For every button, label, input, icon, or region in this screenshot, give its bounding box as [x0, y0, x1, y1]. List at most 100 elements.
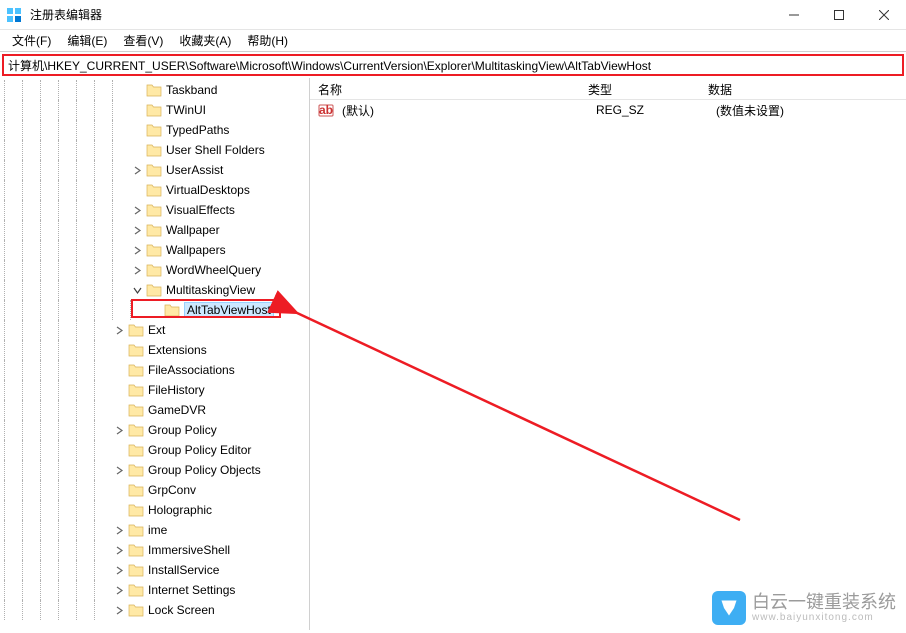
expander-icon[interactable] — [112, 423, 126, 437]
menu-file[interactable]: 文件(F) — [4, 30, 59, 51]
tree-label: Ext — [148, 323, 165, 337]
folder-icon — [128, 543, 144, 557]
address-bar[interactable]: 计算机\HKEY_CURRENT_USER\Software\Microsoft… — [2, 54, 904, 76]
folder-icon — [128, 483, 144, 497]
tree-item-internet-settings[interactable]: Internet Settings — [0, 580, 309, 600]
expander-icon[interactable] — [112, 323, 126, 337]
tree-item-installservice[interactable]: InstallService — [0, 560, 309, 580]
expander-icon[interactable] — [130, 163, 144, 177]
tree-item-typedpaths[interactable]: TypedPaths — [0, 120, 309, 140]
maximize-button[interactable] — [816, 0, 861, 30]
tree-item-userassist[interactable]: UserAssist — [0, 160, 309, 180]
folder-icon — [128, 343, 144, 357]
list-body: ab(默认)REG_SZ(数值未设置) — [310, 100, 906, 120]
tree-label: Lock Screen — [148, 603, 215, 617]
value-type: REG_SZ — [592, 103, 712, 117]
expander-icon — [112, 403, 126, 417]
tree-label: GameDVR — [148, 403, 206, 417]
expander-icon[interactable] — [112, 523, 126, 537]
tree-item-immersiveshell[interactable]: ImmersiveShell — [0, 540, 309, 560]
tree-item-wordwheelquery[interactable]: WordWheelQuery — [0, 260, 309, 280]
tree-label: Taskband — [166, 83, 217, 97]
tree-item-wallpapers[interactable]: Wallpapers — [0, 240, 309, 260]
folder-icon — [146, 183, 162, 197]
tree-item-grpconv[interactable]: GrpConv — [0, 480, 309, 500]
minimize-button[interactable] — [771, 0, 816, 30]
window-title: 注册表编辑器 — [28, 6, 771, 23]
value-data: (数值未设置) — [712, 102, 906, 119]
list-pane[interactable]: 名称 类型 数据 ab(默认)REG_SZ(数值未设置) — [310, 78, 906, 630]
list-row[interactable]: ab(默认)REG_SZ(数值未设置) — [310, 100, 906, 120]
watermark-icon — [712, 591, 746, 625]
expander-icon[interactable] — [112, 603, 126, 617]
tree-item-user-shell-folders[interactable]: User Shell Folders — [0, 140, 309, 160]
folder-icon — [146, 203, 162, 217]
folder-icon — [128, 443, 144, 457]
tree-item-visualeffects[interactable]: VisualEffects — [0, 200, 309, 220]
expander-icon — [112, 383, 126, 397]
tree-item-multitaskingview[interactable]: MultitaskingView — [0, 280, 309, 300]
folder-icon — [146, 103, 162, 117]
expander-icon[interactable] — [130, 283, 144, 297]
tree-item-wallpaper[interactable]: Wallpaper — [0, 220, 309, 240]
tree-item-holographic[interactable]: Holographic — [0, 500, 309, 520]
tree-item-lock-screen[interactable]: Lock Screen — [0, 600, 309, 620]
folder-icon — [128, 423, 144, 437]
expander-icon[interactable] — [112, 583, 126, 597]
tree-label: User Shell Folders — [166, 143, 265, 157]
menu-help[interactable]: 帮助(H) — [239, 30, 296, 51]
menu-edit[interactable]: 编辑(E) — [59, 30, 115, 51]
col-header-data[interactable]: 数据 — [700, 78, 906, 99]
col-header-type[interactable]: 类型 — [580, 78, 700, 99]
expander-icon[interactable] — [130, 243, 144, 257]
expander-icon[interactable] — [130, 263, 144, 277]
expander-icon — [130, 123, 144, 137]
close-button[interactable] — [861, 0, 906, 30]
tree-item-extensions[interactable]: Extensions — [0, 340, 309, 360]
expander-icon[interactable] — [112, 543, 126, 557]
folder-icon — [146, 243, 162, 257]
tree-label: FileHistory — [148, 383, 205, 397]
watermark: 白云一键重装系统 www.baiyunxitong.com — [712, 591, 896, 625]
tree-item-twinui[interactable]: TWinUI — [0, 100, 309, 120]
expander-icon[interactable] — [112, 463, 126, 477]
list-header: 名称 类型 数据 — [310, 78, 906, 100]
folder-icon — [128, 603, 144, 617]
expander-icon — [112, 363, 126, 377]
address-text: 计算机\HKEY_CURRENT_USER\Software\Microsoft… — [8, 57, 651, 74]
tree-item-virtualdesktops[interactable]: VirtualDesktops — [0, 180, 309, 200]
tree-item-group-policy-objects[interactable]: Group Policy Objects — [0, 460, 309, 480]
expander-icon[interactable] — [130, 203, 144, 217]
tree-pane[interactable]: Taskband TWinUITypedPaths User Shell Folde… — [0, 78, 310, 630]
folder-icon — [128, 383, 144, 397]
folder-icon — [146, 83, 162, 97]
menu-view[interactable]: 查看(V) — [115, 30, 171, 51]
folder-icon — [128, 323, 144, 337]
tree-label: Extensions — [148, 343, 207, 357]
menu-favorites[interactable]: 收藏夹(A) — [171, 30, 239, 51]
folder-icon — [146, 123, 162, 137]
tree-item-gamedvr[interactable]: GameDVR — [0, 400, 309, 420]
tree-label: Internet Settings — [148, 583, 235, 597]
window-controls — [771, 0, 906, 29]
tree-item-taskband[interactable]: Taskband — [0, 80, 309, 100]
expander-icon[interactable] — [112, 563, 126, 577]
tree-label: Group Policy Objects — [148, 463, 261, 477]
highlight-annotation — [131, 299, 281, 318]
col-header-name[interactable]: 名称 — [310, 78, 580, 99]
tree-label: GrpConv — [148, 483, 196, 497]
tree-item-group-policy-editor[interactable]: Group Policy Editor — [0, 440, 309, 460]
expander-icon — [130, 183, 144, 197]
tree-item-filehistory[interactable]: FileHistory — [0, 380, 309, 400]
tree-item-ime[interactable]: ime — [0, 520, 309, 540]
main-area: Taskband TWinUITypedPaths User Shell Folde… — [0, 78, 906, 630]
watermark-sub: www.baiyunxitong.com — [752, 612, 896, 623]
tree-label: Group Policy Editor — [148, 443, 251, 457]
tree-label: VirtualDesktops — [166, 183, 250, 197]
expander-icon[interactable] — [130, 223, 144, 237]
tree-item-group-policy[interactable]: Group Policy — [0, 420, 309, 440]
folder-icon — [146, 283, 162, 297]
tree-item-fileassociations[interactable]: FileAssociations — [0, 360, 309, 380]
folder-icon — [128, 503, 144, 517]
tree-item-ext[interactable]: Ext — [0, 320, 309, 340]
